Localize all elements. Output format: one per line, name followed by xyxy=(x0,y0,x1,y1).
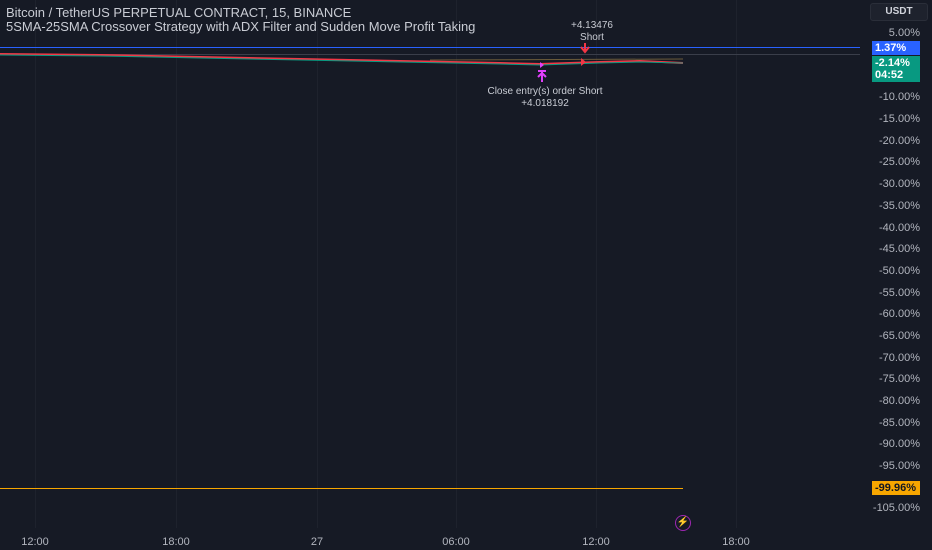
price-axis-label: -90.00% xyxy=(879,438,920,450)
blue-price-tag: 1.37% xyxy=(872,41,920,55)
price-axis-label: -10.00% xyxy=(879,91,920,103)
close-profit: +4.018192 xyxy=(521,98,569,109)
symbol-title[interactable]: Bitcoin / TetherUS PERPETUAL CONTRACT, 1… xyxy=(6,5,351,20)
close-label: Close entry(s) order Short xyxy=(487,86,603,97)
orange-equity-line xyxy=(0,488,683,489)
time-axis-label: 27 xyxy=(310,536,324,548)
time-axis-label: 06:00 xyxy=(442,536,470,548)
lightning-icon[interactable]: ⚡ xyxy=(675,515,691,531)
price-axis-label: -65.00% xyxy=(879,330,920,342)
short-annotation: +4.13476 Short xyxy=(571,20,613,44)
price-axis-label: -15.00% xyxy=(879,113,920,125)
price-axis-label: -95.00% xyxy=(879,460,920,472)
price-axis-label: -25.00% xyxy=(879,156,920,168)
price-axis-label: -55.00% xyxy=(879,287,920,299)
time-axis-label: 12:00 xyxy=(21,536,49,548)
green-price-tag: -2.14% 04:52 xyxy=(872,56,920,82)
short-label: Short xyxy=(580,32,604,43)
price-series xyxy=(0,43,684,82)
price-axis-label: -80.00% xyxy=(879,395,920,407)
green-value: -2.14% xyxy=(875,57,910,69)
time-axis-label: 12:00 xyxy=(582,536,610,548)
bar-timer: 04:52 xyxy=(875,69,904,81)
price-axis-label: -85.00% xyxy=(879,417,920,429)
price-axis-label: -35.00% xyxy=(879,200,920,212)
currency-button[interactable]: USDT xyxy=(870,3,928,21)
short-profit: +4.13476 xyxy=(571,20,613,31)
price-axis-label: -20.00% xyxy=(879,135,920,147)
price-axis-label: -30.00% xyxy=(879,178,920,190)
orange-price-tag: -99.96% xyxy=(872,481,920,495)
price-axis-label: -75.00% xyxy=(879,373,920,385)
close-annotation: Close entry(s) order Short +4.018192 xyxy=(487,86,602,110)
time-axis-label: 18:00 xyxy=(162,536,190,548)
price-axis-label: -40.00% xyxy=(879,222,920,234)
price-axis-label: 5.00% xyxy=(888,27,920,39)
price-axis-label: -70.00% xyxy=(879,352,920,364)
chart-area[interactable]: +4.13476 Short Close entry(s) order Shor… xyxy=(0,0,860,531)
time-axis-label: 18:00 xyxy=(722,536,750,548)
price-axis-label: -60.00% xyxy=(879,308,920,320)
strategy-title[interactable]: 5SMA-25SMA Crossover Strategy with ADX F… xyxy=(6,19,475,34)
price-axis[interactable]: USDT 5.00% -10.00% -15.00% -20.00% -25.00% -3… xyxy=(860,0,932,550)
price-axis-label: -105.00% xyxy=(872,502,920,514)
price-axis-label: -45.00% xyxy=(879,243,920,255)
close-arrow-icon xyxy=(537,70,547,82)
short-arrow-icon xyxy=(580,43,590,54)
price-axis-label: -50.00% xyxy=(879,265,920,277)
